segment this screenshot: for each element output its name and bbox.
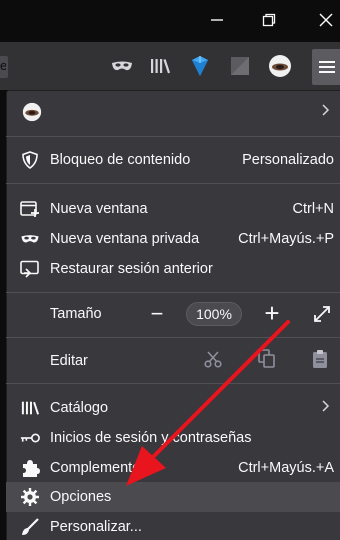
vpn-shield-icon[interactable] — [186, 52, 214, 80]
zoom-label: Tamaño — [50, 306, 102, 322]
customize-item[interactable]: Personalizar... — [6, 512, 340, 540]
private-browsing-mask-icon[interactable] — [108, 52, 136, 80]
fullscreen-expand-icon[interactable] — [312, 304, 332, 324]
menu-separator — [6, 383, 340, 384]
zoom-row: Tamaño — [6, 299, 340, 329]
minimize-icon[interactable] — [205, 8, 229, 32]
edit-label: Editar — [50, 353, 88, 369]
menu-separator — [6, 292, 340, 293]
edit-row: Editar — [6, 346, 340, 376]
logins-passwords-item[interactable]: Inicios de sesión y contraseñas — [6, 423, 340, 453]
url-bar-edge-text: e — [0, 58, 6, 73]
new-window-shortcut: Ctrl+N — [292, 201, 335, 217]
options-item[interactable]: Opciones — [6, 482, 340, 512]
menu-separator — [6, 136, 340, 137]
library-icon — [20, 398, 40, 418]
cut-icon[interactable] — [204, 350, 224, 370]
restore-icon[interactable] — [257, 8, 281, 32]
new-window-icon — [20, 199, 40, 219]
new-window-item[interactable]: Nueva ventana Ctrl+N — [6, 194, 340, 224]
close-icon[interactable] — [314, 8, 338, 32]
zoom-out-button[interactable]: − — [146, 301, 168, 326]
chevron-right-icon — [322, 399, 330, 417]
content-blocking-item[interactable]: Bloqueo de contenido Personalizado — [6, 145, 340, 175]
paintbrush-icon — [20, 517, 40, 537]
addons-label: Complementos — [50, 460, 148, 476]
shield-icon — [20, 150, 40, 170]
account-row[interactable] — [6, 96, 340, 128]
content-blocking-label: Bloqueo de contenido — [50, 152, 191, 168]
private-browsing-mask-icon — [20, 229, 40, 249]
customize-label: Personalizar... — [50, 519, 142, 535]
menu-separator — [6, 337, 340, 338]
account-avatar-icon — [22, 102, 42, 122]
account-avatar-icon[interactable] — [266, 52, 294, 80]
paste-icon[interactable] — [312, 349, 332, 371]
new-private-window-label: Nueva ventana privada — [50, 231, 200, 247]
new-private-window-item[interactable]: Nueva ventana privada Ctrl+Mayús.+P — [6, 224, 340, 254]
new-window-label: Nueva ventana — [50, 201, 148, 217]
zoom-in-button[interactable]: + — [260, 298, 284, 328]
restore-session-icon — [20, 259, 40, 279]
content-blocking-value: Personalizado — [242, 152, 334, 168]
logins-passwords-label: Inicios de sesión y contraseñas — [50, 430, 252, 446]
chevron-right-icon — [322, 103, 330, 121]
library-item[interactable]: Catálogo — [6, 393, 340, 423]
menu-separator — [6, 183, 340, 184]
key-icon — [20, 428, 40, 448]
addons-shortcut: Ctrl+Mayús.+A — [238, 460, 334, 476]
hamburger-menu-icon[interactable] — [312, 49, 340, 85]
zoom-reset-button[interactable]: 100% — [186, 302, 242, 326]
gear-icon — [20, 487, 40, 507]
addons-item[interactable]: Complementos Ctrl+Mayús.+A — [6, 453, 340, 483]
copy-icon[interactable] — [258, 349, 278, 371]
library-icon[interactable] — [146, 52, 174, 80]
library-label: Catálogo — [50, 400, 109, 416]
options-label: Opciones — [50, 489, 112, 505]
restore-session-item[interactable]: Restaurar sesión anterior — [6, 254, 340, 284]
extension-square-icon[interactable] — [226, 52, 254, 80]
puzzle-piece-icon — [20, 458, 40, 478]
new-private-window-shortcut: Ctrl+Mayús.+P — [238, 231, 334, 247]
restore-session-label: Restaurar sesión anterior — [50, 261, 213, 277]
title-bar — [0, 0, 340, 42]
